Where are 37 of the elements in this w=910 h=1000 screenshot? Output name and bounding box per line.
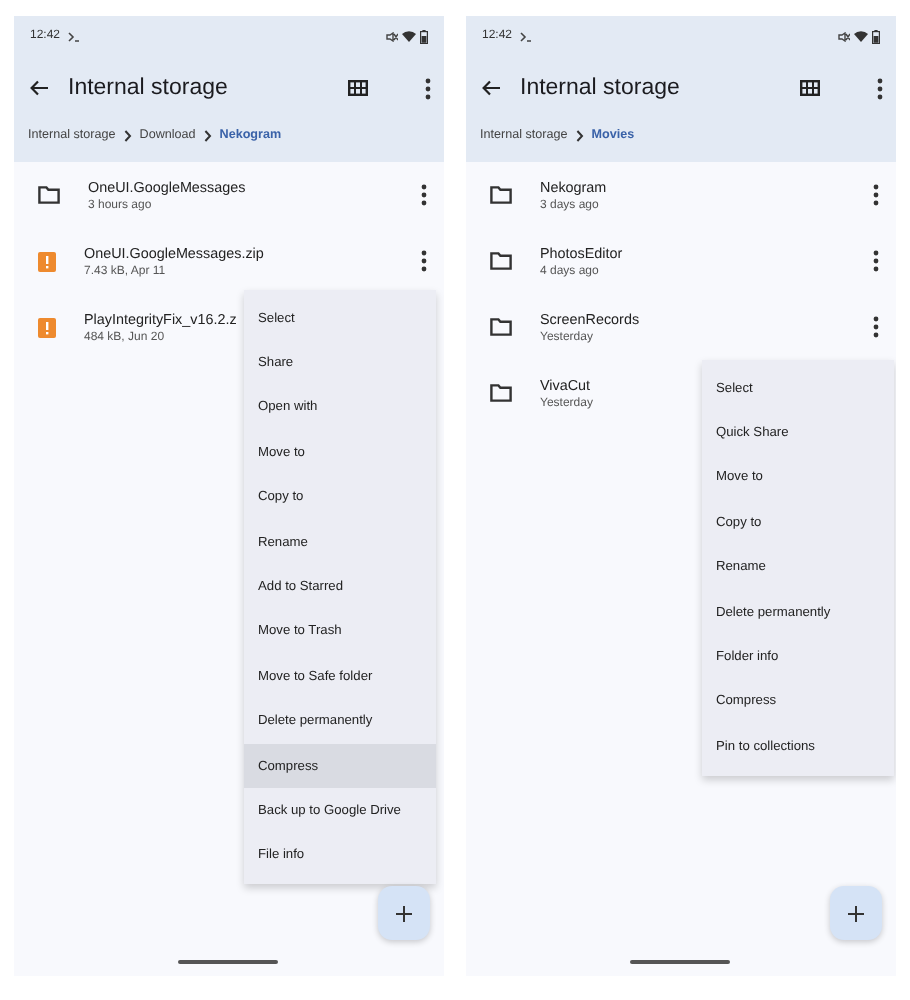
mute-icon xyxy=(838,31,850,41)
screen-title: Internal storage xyxy=(520,76,682,100)
mute-icon xyxy=(386,31,398,41)
more-options-icon[interactable] xyxy=(872,316,880,338)
file-warning-icon xyxy=(38,317,56,337)
back-arrow-icon[interactable] xyxy=(482,80,500,96)
chevron-right-icon xyxy=(123,129,132,141)
home-indicator xyxy=(630,960,730,964)
back-arrow-icon[interactable] xyxy=(30,80,48,96)
battery-icon xyxy=(872,29,880,43)
folder-icon xyxy=(490,384,512,402)
chevron-right-icon xyxy=(575,129,584,141)
terminal-icon xyxy=(520,31,533,41)
file-warning-icon xyxy=(38,251,56,271)
more-options-icon[interactable] xyxy=(872,250,880,272)
grid-view-icon[interactable] xyxy=(348,80,368,96)
more-options-icon[interactable] xyxy=(876,77,884,99)
folder-icon xyxy=(490,318,512,336)
folder-icon xyxy=(490,252,512,270)
add-button[interactable] xyxy=(830,886,882,940)
more-options-icon[interactable] xyxy=(424,77,432,99)
more-options-icon[interactable] xyxy=(420,184,428,206)
folder-icon xyxy=(490,186,512,204)
wifi-icon xyxy=(402,30,416,42)
plus-icon xyxy=(848,905,864,921)
more-options-icon[interactable] xyxy=(872,184,880,206)
chevron-right-icon xyxy=(203,129,212,141)
home-indicator xyxy=(178,960,278,964)
terminal-icon xyxy=(68,31,81,41)
screen-title: Internal storage xyxy=(68,76,230,100)
battery-icon xyxy=(420,29,428,43)
add-button[interactable] xyxy=(378,886,430,940)
plus-icon xyxy=(396,905,412,921)
folder-icon xyxy=(38,186,60,204)
more-options-icon[interactable] xyxy=(420,250,428,272)
wifi-icon xyxy=(854,30,868,42)
grid-view-icon[interactable] xyxy=(800,80,820,96)
